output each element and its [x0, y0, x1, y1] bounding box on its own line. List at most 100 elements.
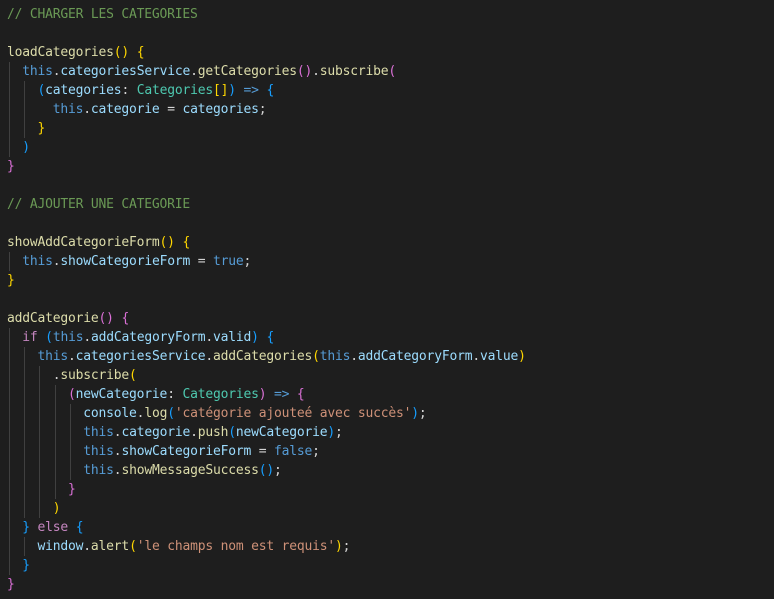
code-token: subscribe [60, 368, 130, 383]
code-line[interactable]: (categories: Categories[]) => { [7, 81, 275, 100]
code-token: this [83, 463, 114, 478]
code-token: { [266, 330, 275, 345]
code-token: { [266, 83, 275, 98]
code-token: ) [518, 349, 526, 364]
code-token: this [52, 330, 84, 345]
code-token: showMessageSuccess [121, 463, 259, 478]
code-token: this [52, 102, 84, 117]
code-line[interactable]: this.showMessageSuccess(); [7, 461, 282, 480]
code-token: if [22, 330, 38, 345]
code-line[interactable]: ) [7, 138, 30, 157]
code-token: . [205, 330, 214, 345]
code-line[interactable]: ) [7, 499, 61, 518]
code-token: { [75, 520, 84, 535]
code-token: { [182, 235, 191, 250]
code-token: categorie [121, 425, 191, 440]
code-token: . [190, 64, 198, 79]
code-token: this [83, 425, 114, 440]
code-token: ( [68, 387, 76, 402]
code-token: categorie [90, 102, 160, 117]
code-line[interactable]: (newCategorie: Categories) => { [7, 385, 305, 404]
code-token: ) [52, 501, 61, 516]
code-token: = [159, 102, 183, 117]
code-token: = [190, 254, 213, 269]
code-token: ) [22, 140, 30, 155]
code-token: . [350, 349, 358, 364]
code-token: ; [342, 539, 351, 554]
code-line[interactable]: this.showCategorieForm = true; [7, 252, 251, 271]
code-token: ) [335, 539, 343, 554]
code-token: ; [273, 463, 282, 478]
code-token: alert [90, 539, 130, 554]
code-token: getCategories [197, 64, 297, 79]
code-token: ; [335, 425, 343, 440]
code-token: valid [213, 330, 252, 345]
code-token: true [212, 254, 244, 269]
code-line[interactable]: } [7, 575, 15, 594]
code-line[interactable]: console.log('catégorie ajouteé avec succ… [7, 404, 426, 423]
code-token: addCategoryForm [357, 349, 473, 364]
code-line[interactable]: addCategorie() { [7, 309, 129, 328]
code-token: else [37, 520, 69, 535]
code-line[interactable]: } [7, 271, 15, 290]
code-token: . [68, 349, 76, 364]
code-line[interactable]: } else { [7, 518, 83, 537]
code-line[interactable]: this.categoriesService.addCategories(thi… [7, 347, 526, 366]
code-token: ) [327, 425, 336, 440]
code-line[interactable]: } [7, 556, 30, 575]
code-token: Categories [136, 83, 213, 98]
code-token: this [22, 64, 53, 79]
code-line[interactable]: this.categoriesService.getCategories().s… [7, 62, 396, 81]
code-token: window [37, 539, 84, 554]
code-token: 'catégorie ajouteé avec succès' [174, 406, 412, 421]
code-line[interactable]: // CHARGER LES CATEGORIES [7, 5, 198, 24]
code-token: categoriesService [60, 64, 191, 79]
code-token: console [83, 406, 137, 421]
code-line[interactable]: // AJOUTER UNE CATEGORIE [7, 195, 190, 214]
code-token: () [113, 45, 130, 60]
code-token: ) [411, 406, 419, 421]
code-token: { [121, 311, 130, 326]
code-line[interactable]: this.showCategorieForm = false; [7, 442, 320, 461]
code-token: showCategorieForm [121, 444, 252, 459]
code-line[interactable]: window.alert('le champs nom est requis')… [7, 537, 351, 556]
code-token: showCategorieForm [60, 254, 191, 269]
code-line[interactable]: .subscribe( [7, 366, 137, 385]
code-token: // AJOUTER UNE CATEGORIE [7, 197, 191, 212]
code-line[interactable]: } [7, 119, 46, 138]
code-token: categories [182, 102, 259, 117]
code-line[interactable]: } [7, 480, 76, 499]
code-token: this [22, 254, 53, 269]
code-token: ( [167, 406, 175, 421]
code-token: : [121, 83, 137, 98]
code-line[interactable]: } [7, 157, 15, 176]
code-token: ) [251, 330, 259, 345]
code-token: => [274, 387, 290, 402]
code-token: ( [129, 368, 137, 383]
code-token: newCategorie [75, 387, 168, 402]
code-editor[interactable]: // CHARGER LES CATEGORIES loadCategories(… [0, 0, 774, 599]
code-token: ) [228, 83, 236, 98]
code-token: ( [228, 425, 236, 440]
code-token: ( [129, 539, 137, 554]
code-token: . [205, 349, 213, 364]
code-line[interactable]: this.categorie = categories; [7, 100, 267, 119]
code-token: } [37, 121, 46, 136]
code-line[interactable]: if (this.addCategoryForm.valid) { [7, 328, 274, 347]
code-line[interactable]: this.categorie.push(newCategorie); [7, 423, 343, 442]
code-line[interactable]: showAddCategorieForm() { [7, 233, 190, 252]
code-line[interactable]: loadCategories() { [7, 43, 145, 62]
code-token: () [98, 311, 114, 326]
